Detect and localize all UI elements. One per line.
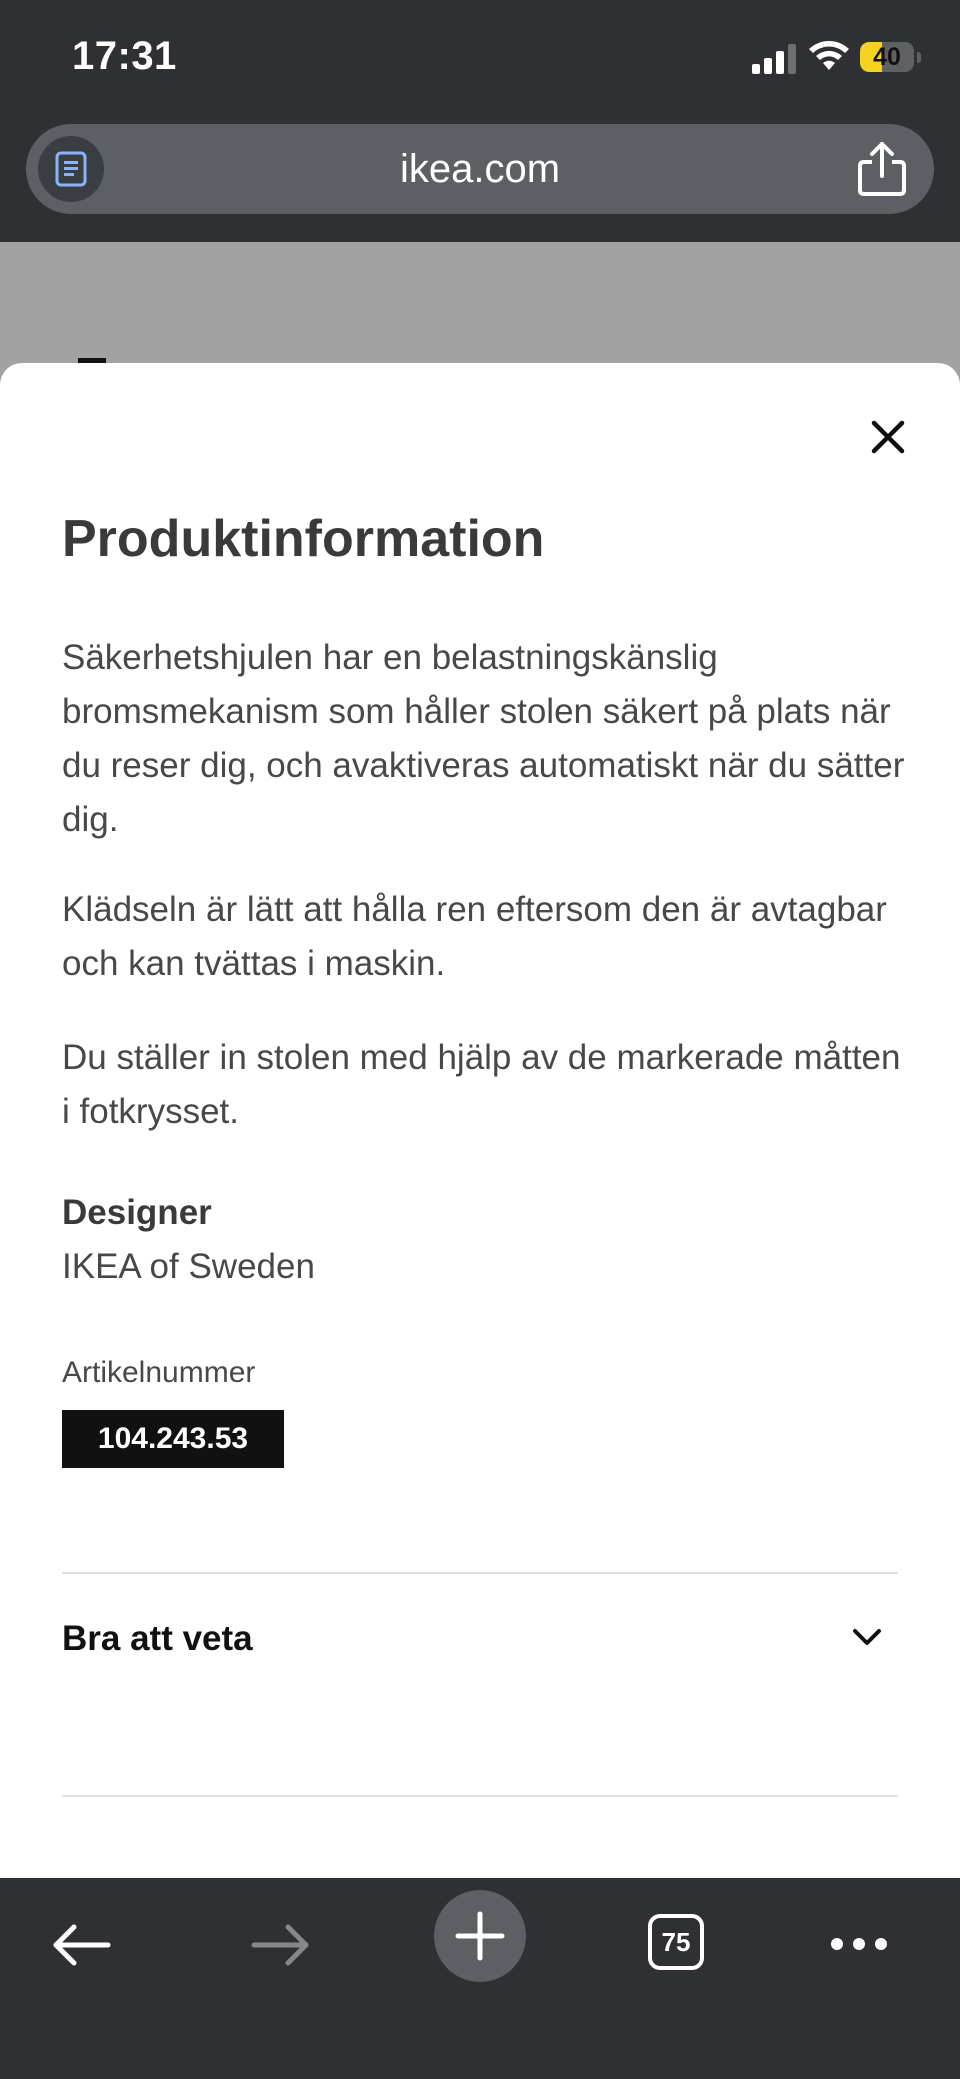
status-bar: 17:31 40 [0,0,960,120]
screen: 17:31 40 ikea.com Produktinformation Säk… [0,0,960,2079]
cellular-signal-icon [752,44,796,74]
product-description-1: Säkerhetshjulen har en belastningskänsli… [62,638,905,839]
url-text[interactable]: ikea.com [26,124,934,214]
product-description-2: Klädseln är lätt att hålla ren eftersom … [62,890,887,983]
designer-label: Designer [62,1193,212,1232]
battery-icon: 40 [860,42,922,74]
product-info-sheet: Produktinformation Säkerhetshjulen har e… [0,363,960,1879]
tab-count: 75 [661,1927,691,1957]
tabs-icon: 75 [648,1914,704,1970]
divider [62,1795,898,1797]
browser-toolbar: 75 [0,1878,960,2079]
good-to-know-accordion[interactable]: Bra att veta [62,1574,898,1704]
article-number-badge: 104.243.53 [62,1410,284,1468]
battery-level: 40 [873,43,901,71]
wifi-icon [809,41,849,70]
dimmed-page-background[interactable] [0,242,960,382]
new-tab-button[interactable] [434,1890,526,1982]
chevron-down-icon [853,1629,881,1645]
article-number-label: Artikelnummer [62,1356,256,1389]
designer-value: IKEA of Sweden [62,1247,315,1286]
share-icon[interactable] [854,140,910,198]
plus-icon [455,1911,505,1961]
sheet-title: Produktinformation [62,510,545,568]
tabs-button[interactable]: 75 [634,1900,724,1990]
back-arrow-icon[interactable] [36,1900,126,1990]
close-icon[interactable] [862,411,914,463]
status-time: 17:31 [72,34,177,78]
battery-cap [917,52,921,63]
battery-body: 40 [860,42,914,72]
address-bar[interactable]: ikea.com [26,124,934,214]
more-icon[interactable] [814,1900,904,1990]
accordion-label: Bra att veta [62,1619,253,1658]
forward-arrow-icon[interactable] [236,1900,326,1990]
product-description-3: Du ställer in stolen med hjälp av de mar… [62,1038,901,1131]
